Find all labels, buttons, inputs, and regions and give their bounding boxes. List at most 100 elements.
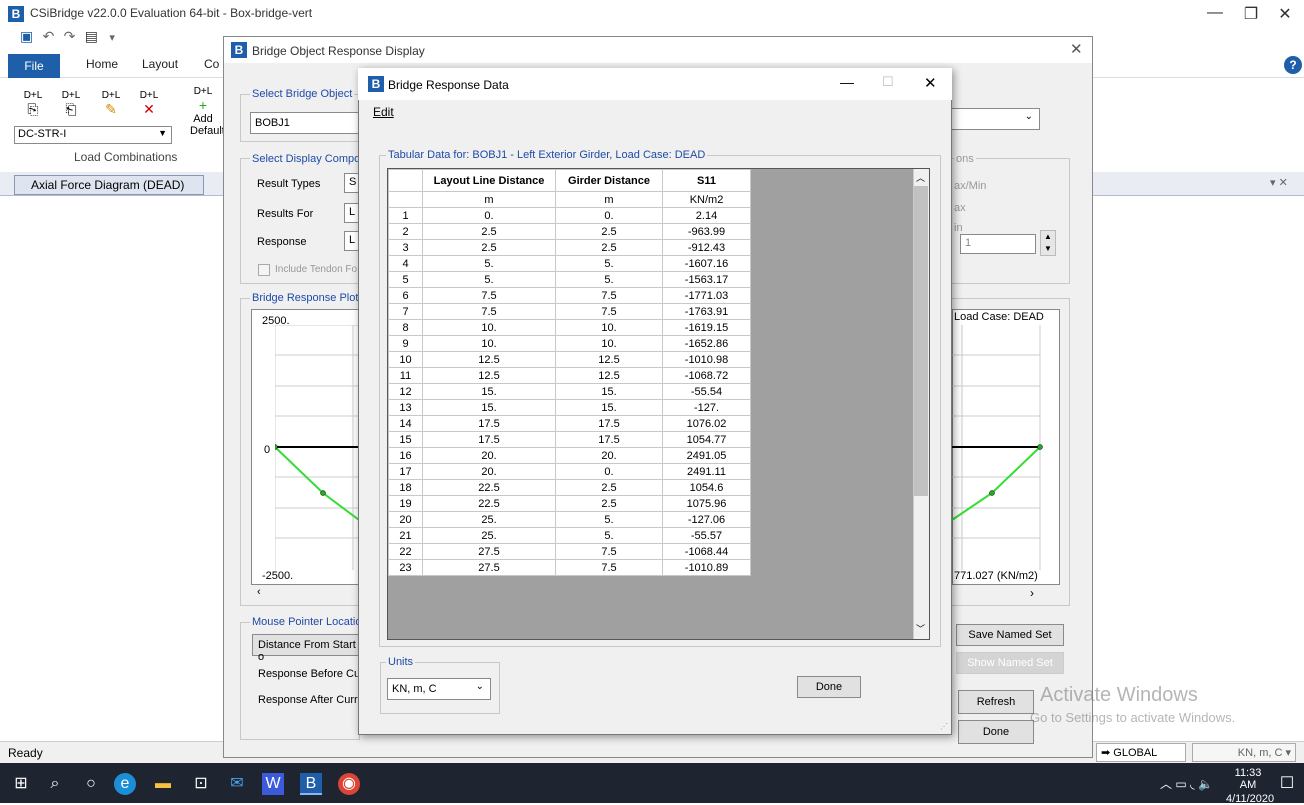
table-row[interactable]: 9 10. 10. -1652.86 xyxy=(388,335,751,352)
row-number-cell[interactable]: 7 xyxy=(388,303,423,320)
table-cell[interactable]: 2.5 xyxy=(555,495,663,512)
scroll-up-icon[interactable]: ︿ xyxy=(916,171,925,184)
table-cell[interactable]: 2.14 xyxy=(662,207,751,224)
table-cell[interactable]: 27.5 xyxy=(422,559,556,576)
table-cell[interactable]: 25. xyxy=(422,511,556,528)
row-number-cell[interactable]: 2 xyxy=(388,223,423,240)
row-number-cell[interactable]: 18 xyxy=(388,479,423,496)
word-icon[interactable]: W xyxy=(262,773,284,795)
table-cell[interactable]: 7.5 xyxy=(555,543,663,560)
table-cell[interactable]: 10. xyxy=(555,319,663,336)
table-cell[interactable]: -1563.17 xyxy=(662,271,751,288)
table-cell[interactable]: 0. xyxy=(422,207,556,224)
row-number-cell[interactable]: 8 xyxy=(388,319,423,336)
table-cell[interactable]: 2.5 xyxy=(555,239,663,256)
restore-icon[interactable]: ❐ xyxy=(1236,4,1266,24)
bridge-object-select[interactable]: BOBJ1 xyxy=(250,112,360,134)
table-cell[interactable]: -912.43 xyxy=(662,239,751,256)
table-cell[interactable]: 5. xyxy=(422,255,556,272)
row-number-cell[interactable]: 15 xyxy=(388,431,423,448)
table-cell[interactable]: -1652.86 xyxy=(662,335,751,352)
dpl-button-1[interactable]: D+L ⎘ xyxy=(20,90,46,118)
table-cell[interactable]: 5. xyxy=(555,271,663,288)
row-number-cell[interactable]: 14 xyxy=(388,415,423,432)
response-data-maximize-icon[interactable]: ☐ xyxy=(882,74,894,90)
grid-scroll-thumb[interactable] xyxy=(914,186,928,496)
windows-start-icon[interactable]: ⊞ xyxy=(10,773,32,795)
row-number-cell[interactable]: 21 xyxy=(388,527,423,544)
table-cell[interactable]: 7.5 xyxy=(555,287,663,304)
table-cell[interactable]: 7.5 xyxy=(422,303,556,320)
response-display-close-icon[interactable]: ✕ xyxy=(1070,40,1083,58)
mail-icon[interactable]: ✉ xyxy=(226,773,248,795)
table-cell[interactable]: 15. xyxy=(422,399,556,416)
dpl-button-3[interactable]: D+L ✎ xyxy=(98,90,124,118)
row-number-cell[interactable]: 9 xyxy=(388,335,423,352)
tray-icons[interactable]: ︿ ▭ ◟ 🔈 xyxy=(1160,775,1213,792)
units-select[interactable]: KN, m, C ▾ xyxy=(1192,743,1296,762)
table-cell[interactable]: -1010.89 xyxy=(662,559,751,576)
dpl-button-4[interactable]: D+L ✕ xyxy=(136,90,162,118)
table-row[interactable]: 4 5. 5. -1607.16 xyxy=(388,255,751,272)
row-number-cell[interactable]: 6 xyxy=(388,287,423,304)
table-cell[interactable]: -1619.15 xyxy=(662,319,751,336)
chrome-icon[interactable]: ◉ xyxy=(338,773,360,795)
table-row[interactable]: 3 2.5 2.5 -912.43 xyxy=(388,239,751,256)
row-number-cell[interactable]: 11 xyxy=(388,367,423,384)
table-row[interactable]: 20 25. 5. -127.06 xyxy=(388,511,751,528)
table-cell[interactable]: 20. xyxy=(555,447,663,464)
table-cell[interactable]: -127. xyxy=(662,399,751,416)
table-cell[interactable]: 17.5 xyxy=(555,431,663,448)
table-row[interactable]: 1 0. 0. 2.14 xyxy=(388,207,751,224)
table-cell[interactable]: 15. xyxy=(422,383,556,400)
row-number-cell[interactable]: 12 xyxy=(388,383,423,400)
row-number-cell[interactable]: 19 xyxy=(388,495,423,512)
table-row[interactable]: 6 7.5 7.5 -1771.03 xyxy=(388,287,751,304)
distance-from-start-field[interactable]: Distance From Start o xyxy=(252,634,362,663)
save-named-set-button[interactable]: Save Named Set xyxy=(956,624,1064,646)
table-cell[interactable]: -963.99 xyxy=(662,223,751,240)
search-icon[interactable]: ⌕ xyxy=(44,773,66,795)
table-cell[interactable]: -1010.98 xyxy=(662,351,751,368)
save-icon[interactable]: ▣ xyxy=(20,28,33,44)
table-cell[interactable]: 1075.96 xyxy=(662,495,751,512)
table-cell[interactable]: 12.5 xyxy=(422,367,556,384)
table-row[interactable]: 15 17.5 17.5 1054.77 xyxy=(388,431,751,448)
table-row[interactable]: 19 22.5 2.5 1075.96 xyxy=(388,495,751,512)
table-cell[interactable]: -1771.03 xyxy=(662,287,751,304)
scroll-left-icon[interactable]: ‹ xyxy=(257,586,261,598)
table-cell[interactable]: 12.5 xyxy=(555,367,663,384)
table-cell[interactable]: 17.5 xyxy=(422,431,556,448)
table-row[interactable]: 7 7.5 7.5 -1763.91 xyxy=(388,303,751,320)
table-cell[interactable]: 17.5 xyxy=(555,415,663,432)
row-number-cell[interactable]: 22 xyxy=(388,543,423,560)
table-row[interactable]: 13 15. 15. -127. xyxy=(388,399,751,416)
table-cell[interactable]: 2.5 xyxy=(422,239,556,256)
table-cell[interactable]: 12.5 xyxy=(422,351,556,368)
row-number-cell[interactable]: 4 xyxy=(388,255,423,272)
table-cell[interactable]: 2491.05 xyxy=(662,447,751,464)
undo-icon[interactable]: ↶ xyxy=(43,28,55,44)
table-row[interactable]: 14 17.5 17.5 1076.02 xyxy=(388,415,751,432)
table-cell[interactable]: 10. xyxy=(555,335,663,352)
row-number-cell[interactable]: 1 xyxy=(388,207,423,224)
spin-stepper[interactable]: ▲ ▼ xyxy=(1040,230,1056,256)
table-cell[interactable]: 1054.6 xyxy=(662,479,751,496)
scroll-right-icon[interactable]: › xyxy=(1030,586,1034,600)
table-row[interactable]: 11 12.5 12.5 -1068.72 xyxy=(388,367,751,384)
resize-grip-icon[interactable]: ⋰ xyxy=(940,722,948,731)
table-cell[interactable]: -55.57 xyxy=(662,527,751,544)
help-icon[interactable]: ? xyxy=(1284,56,1302,74)
add-default-button[interactable]: D+L + Add Default xyxy=(190,86,225,137)
response-display-done-button[interactable]: Done xyxy=(958,720,1034,744)
table-row[interactable]: 23 27.5 7.5 -1010.89 xyxy=(388,559,751,576)
table-cell[interactable]: -1068.44 xyxy=(662,543,751,560)
column-header[interactable]: Layout Line Distance xyxy=(422,169,556,192)
response-data-grid[interactable]: Layout Line Distance Girder Distance S11… xyxy=(387,168,930,640)
table-row[interactable]: 17 20. 0. 2491.11 xyxy=(388,463,751,480)
table-cell[interactable]: 5. xyxy=(555,511,663,528)
table-row[interactable]: 22 27.5 7.5 -1068.44 xyxy=(388,543,751,560)
table-row[interactable]: 21 25. 5. -55.57 xyxy=(388,527,751,544)
tab-components[interactable]: Co xyxy=(204,57,219,71)
csibridge-taskbar-icon[interactable]: B xyxy=(300,773,322,795)
